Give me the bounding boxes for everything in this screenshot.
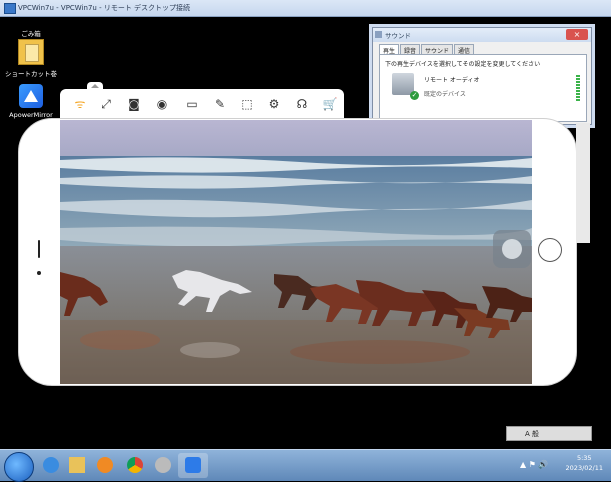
phone-camera-dot bbox=[37, 271, 41, 275]
settings-icon[interactable]: ⚙ bbox=[266, 96, 282, 112]
ie-icon bbox=[43, 457, 59, 473]
device-status: 既定のデバイス bbox=[424, 91, 466, 98]
desktop-icon-shortcut[interactable]: ショートカット巻 bbox=[3, 39, 59, 78]
taskbar-chrome[interactable] bbox=[120, 453, 150, 478]
close-icon[interactable]: × bbox=[566, 29, 588, 40]
speaker-icon bbox=[375, 31, 382, 38]
screenshot-icon[interactable]: ◙ bbox=[126, 96, 142, 112]
start-button[interactable] bbox=[4, 452, 34, 482]
language-bar[interactable]: A 般 bbox=[506, 426, 592, 441]
rdp-title-bar: VPCWin7u - VPCWin7u - リモート デスクトップ接続 bbox=[0, 0, 611, 17]
desktop-icon-recycle-bin[interactable]: ごみ箱 bbox=[3, 19, 59, 38]
taskbar-apowermirror[interactable] bbox=[178, 453, 208, 478]
chrome-icon bbox=[127, 457, 143, 473]
clock-date: 2023/02/11 bbox=[565, 464, 603, 472]
app-icon bbox=[155, 457, 171, 473]
check-icon: ✓ bbox=[410, 91, 419, 100]
beach-horses-video-frame bbox=[60, 120, 532, 384]
taskbar-app[interactable] bbox=[148, 453, 178, 478]
crop-icon[interactable]: ⬚ bbox=[239, 96, 255, 112]
rdp-window-title: VPCWin7u - VPCWin7u - リモート デスクトップ接続 bbox=[18, 4, 191, 12]
fullscreen-icon[interactable]: ⤢ bbox=[98, 96, 114, 112]
sound-dialog-title-bar[interactable]: サウンド × bbox=[373, 28, 591, 42]
instruction-text: 下の再生デバイスを選択してその設定を変更してください bbox=[385, 61, 541, 68]
sound-dialog: サウンド × 再生 録音 サウンド 通信 下の再生デバイスを選択してその設定を変… bbox=[372, 27, 592, 125]
cart-icon[interactable]: 🛒 bbox=[322, 96, 338, 112]
record-icon[interactable]: ◉ bbox=[154, 96, 170, 112]
mirrored-video-screen[interactable] bbox=[60, 120, 532, 384]
screen-cast-icon[interactable]: ▭ bbox=[184, 96, 200, 112]
desktop-icon-label: ショートカット巻 bbox=[5, 70, 57, 78]
desktop-icon-apowermirror[interactable]: ApowerMirror bbox=[3, 84, 59, 119]
mirror-toolbar: ᯤ ⤢ ◙ ◉ ▭ ✎ ⬚ ⚙ ☊ 🛒 bbox=[60, 89, 344, 118]
media-player-icon bbox=[97, 457, 113, 473]
rdp-app-icon bbox=[4, 3, 16, 14]
folder-icon bbox=[69, 457, 85, 473]
draw-icon[interactable]: ✎ bbox=[212, 96, 228, 112]
taskbar-media-player[interactable] bbox=[90, 453, 120, 478]
system-tray-icons[interactable]: ▲ ⚑ 🔊 bbox=[520, 460, 548, 469]
language-bar-text: A 般 bbox=[525, 430, 540, 438]
folder-icon bbox=[18, 39, 44, 65]
phone-side-button bbox=[38, 240, 40, 258]
taskbar: ▲ ⚑ 🔊 5:35 2023/02/11 bbox=[0, 449, 611, 482]
device-list-panel: 下の再生デバイスを選択してその設定を変更してください ✓ リモート オーディオ … bbox=[379, 54, 587, 122]
wifi-icon[interactable]: ᯤ bbox=[72, 96, 88, 112]
taskbar-explorer[interactable] bbox=[62, 453, 92, 478]
desktop-icon-label: ごみ箱 bbox=[21, 30, 41, 38]
phone-home-button[interactable] bbox=[538, 238, 562, 262]
headset-icon[interactable]: ☊ bbox=[294, 96, 310, 112]
clock-time: 5:35 bbox=[576, 454, 592, 462]
floating-assistive-button[interactable] bbox=[493, 230, 531, 268]
sound-dialog-title: サウンド bbox=[385, 32, 411, 40]
volume-meter bbox=[576, 75, 580, 101]
apowermirror-icon bbox=[185, 457, 201, 473]
clock[interactable]: 5:35 2023/02/11 bbox=[566, 453, 603, 473]
device-name: リモート オーディオ bbox=[424, 77, 480, 84]
apowermirror-icon bbox=[19, 84, 43, 108]
background-window-edge bbox=[576, 123, 590, 243]
